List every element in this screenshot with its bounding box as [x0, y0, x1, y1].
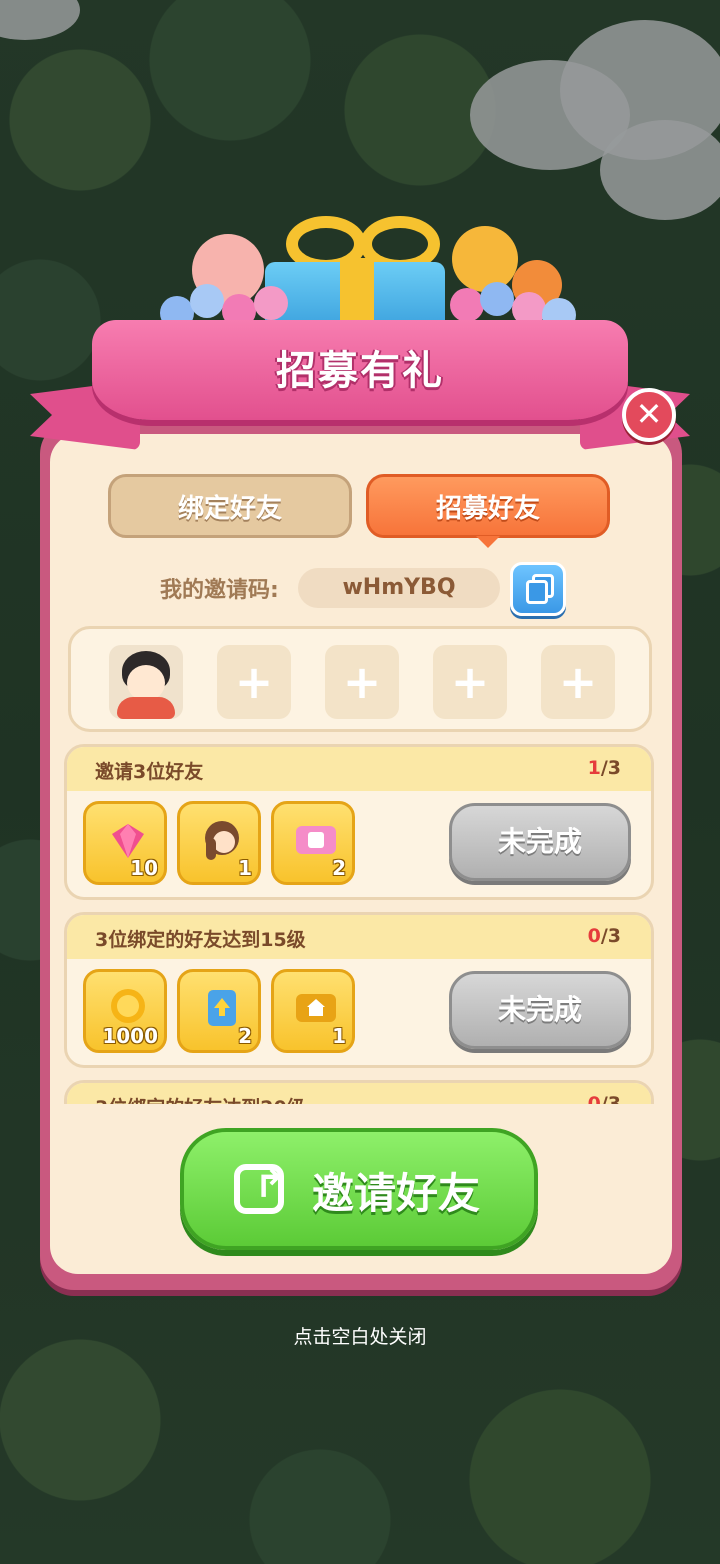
task-title: 3位绑定的好友达到15级	[95, 929, 306, 951]
task-status-button[interactable]: 未完成	[449, 803, 631, 881]
friend-slot-empty[interactable]: +	[433, 645, 507, 719]
task-card: 3位绑定的好友达到15级 0/3 1000 2 1 未完成	[64, 912, 654, 1068]
friend-slot-filled[interactable]	[109, 645, 183, 719]
invite-code-value: wHmYBQ	[298, 568, 500, 608]
task-progress: 0/3	[587, 925, 621, 947]
share-arrow-icon: ↱	[254, 1162, 286, 1206]
tab-recruit-friends[interactable]: 招募好友	[366, 474, 610, 538]
friend-slot-empty[interactable]: +	[541, 645, 615, 719]
reward-item[interactable]: 1000	[83, 969, 167, 1053]
plus-icon: +	[558, 655, 598, 709]
tap-to-close-hint: 点击空白处关闭	[293, 1326, 427, 1348]
title-ribbon: 招募有礼	[92, 320, 628, 420]
reward-item[interactable]: 2	[177, 969, 261, 1053]
dialog-title: 招募有礼	[276, 348, 444, 394]
task-progress: 0/3	[587, 1093, 621, 1104]
task-list[interactable]: 邀请3位好友 1/3 10 1 2 未完成 3位绑定的好友达到15级 0/3 1…	[62, 742, 660, 1104]
reward-item[interactable]: 1	[177, 801, 261, 885]
invite-code-label: 我的邀请码:	[160, 578, 279, 603]
plus-icon: +	[450, 655, 490, 709]
task-header: 3位绑定的好友达到15级 0/3	[67, 915, 651, 959]
task-header: 邀请3位好友 1/3	[67, 747, 651, 791]
tab-bind-friends[interactable]: 绑定好友	[108, 474, 352, 538]
plus-icon: +	[342, 655, 382, 709]
reward-item[interactable]: 2	[271, 801, 355, 885]
active-tab-pointer	[476, 536, 500, 548]
task-title: 邀请3位好友	[95, 761, 204, 783]
close-icon: ✕	[635, 395, 663, 433]
friend-slots-row: + + + +	[68, 626, 652, 732]
task-card: 3位绑定的好友达到20级 0/3	[64, 1080, 654, 1104]
friend-slot-empty[interactable]: +	[217, 645, 291, 719]
copy-code-button[interactable]	[510, 562, 566, 616]
task-title: 3位绑定的好友达到20级	[95, 1093, 306, 1104]
close-button[interactable]: ✕	[622, 388, 676, 442]
friend-slot-empty[interactable]: +	[325, 645, 399, 719]
reward-item[interactable]: 1	[271, 969, 355, 1053]
task-progress: 1/3	[587, 757, 621, 779]
invite-friends-label: 邀请好友	[312, 1169, 481, 1218]
task-header: 3位绑定的好友达到20级 0/3	[67, 1083, 651, 1104]
plus-icon: +	[234, 655, 274, 709]
invite-friends-button[interactable]: ↱ 邀请好友	[180, 1128, 538, 1250]
task-status-button[interactable]: 未完成	[449, 971, 631, 1049]
reward-item[interactable]: 10	[83, 801, 167, 885]
task-card: 邀请3位好友 1/3 10 1 2 未完成	[64, 744, 654, 900]
